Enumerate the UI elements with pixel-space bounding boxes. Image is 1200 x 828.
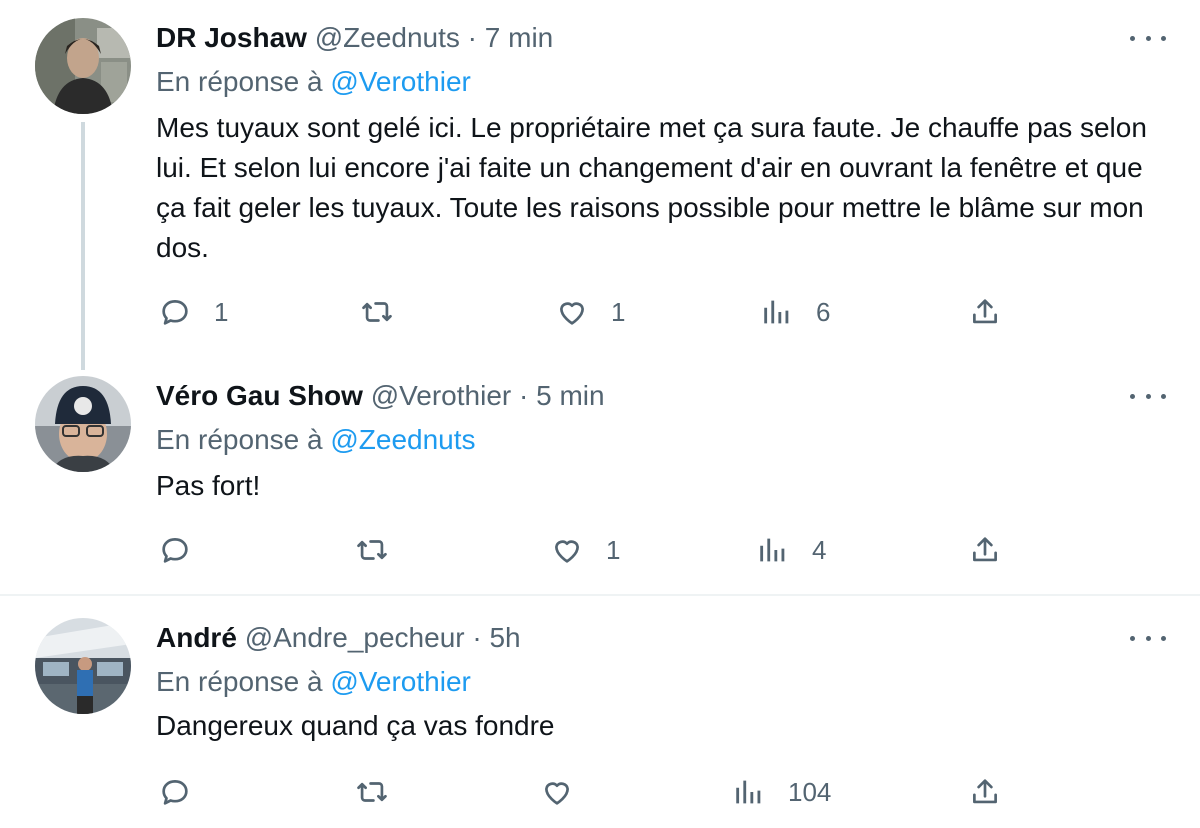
tweet[interactable]: Véro Gau Show @Verothier · 5 min En répo… bbox=[0, 360, 1200, 592]
views-count: 104 bbox=[788, 776, 832, 807]
tweet-header: Véro Gau Show @Verothier · 5 min bbox=[156, 376, 605, 416]
reply-icon bbox=[162, 538, 188, 563]
tweet-text: Dangereux quand ça vas fondre bbox=[156, 710, 555, 741]
share-icon bbox=[973, 779, 997, 804]
display-name[interactable]: André bbox=[156, 622, 237, 653]
like-button[interactable]: 1 bbox=[550, 530, 620, 570]
user-handle[interactable]: @Verothier bbox=[371, 380, 512, 411]
separator: · bbox=[467, 22, 477, 53]
timestamp[interactable]: 5h bbox=[489, 622, 520, 653]
share-button[interactable] bbox=[968, 772, 1002, 812]
mention-link[interactable]: @Verothier bbox=[330, 666, 471, 697]
like-count: 1 bbox=[611, 296, 626, 327]
tweet[interactable]: DR Joshaw @Zeednuts · 7 min En réponse à… bbox=[0, 0, 1200, 370]
reply-prefix: En réponse à bbox=[156, 424, 323, 455]
reply-prefix: En réponse à bbox=[156, 66, 323, 97]
mention-link[interactable]: @Zeednuts bbox=[330, 424, 475, 455]
share-button[interactable] bbox=[968, 530, 1002, 570]
reply-context: En réponse à @Zeednuts bbox=[156, 420, 476, 460]
tweet-text: Mes tuyaux sont gelé ici. Le propriétair… bbox=[156, 112, 1147, 263]
reply-icon bbox=[162, 300, 188, 325]
more-icon[interactable] bbox=[1128, 386, 1168, 406]
views-icon bbox=[760, 538, 785, 562]
views-count: 4 bbox=[812, 534, 827, 565]
retweet-button[interactable] bbox=[355, 772, 411, 812]
reply-icon bbox=[162, 780, 188, 805]
avatar[interactable] bbox=[35, 18, 131, 114]
avatar[interactable] bbox=[35, 376, 131, 472]
more-icon[interactable] bbox=[1128, 628, 1168, 648]
tweet-header: André @Andre_pecheur · 5h bbox=[156, 618, 521, 658]
display-name[interactable]: DR Joshaw bbox=[156, 22, 307, 53]
like-count: 1 bbox=[606, 534, 621, 565]
heart-icon bbox=[545, 782, 569, 805]
mention-link[interactable]: @Verothier bbox=[330, 66, 471, 97]
user-handle[interactable]: @Zeednuts bbox=[315, 22, 460, 53]
tweet-header: DR Joshaw @Zeednuts · 7 min bbox=[156, 18, 553, 58]
reply-context: En réponse à @Verothier bbox=[156, 662, 471, 702]
views-icon bbox=[764, 300, 789, 324]
retweet-icon bbox=[357, 782, 387, 802]
views-button[interactable]: 6 bbox=[760, 292, 830, 332]
reply-prefix: En réponse à bbox=[156, 666, 323, 697]
reply-button[interactable] bbox=[158, 772, 214, 812]
share-icon bbox=[973, 537, 997, 562]
more-icon[interactable] bbox=[1128, 28, 1168, 48]
timestamp[interactable]: 5 min bbox=[536, 380, 604, 411]
retweet-icon bbox=[362, 302, 392, 322]
avatar[interactable] bbox=[35, 618, 131, 714]
tweet-text: Pas fort! bbox=[156, 470, 261, 501]
retweet-icon bbox=[357, 540, 387, 560]
views-count: 6 bbox=[816, 296, 831, 327]
share-icon bbox=[973, 299, 997, 324]
retweet-button[interactable] bbox=[360, 292, 416, 332]
separator: · bbox=[519, 380, 529, 411]
reply-count: 1 bbox=[214, 296, 229, 327]
like-button[interactable]: 1 bbox=[555, 292, 625, 332]
views-button[interactable]: 104 bbox=[732, 772, 831, 812]
views-button[interactable]: 4 bbox=[756, 530, 826, 570]
views-icon bbox=[736, 780, 761, 804]
heart-icon bbox=[555, 540, 579, 563]
reply-button[interactable] bbox=[158, 530, 214, 570]
heart-icon bbox=[560, 302, 584, 325]
separator: · bbox=[472, 622, 482, 653]
user-handle[interactable]: @Andre_pecheur bbox=[245, 622, 465, 653]
display-name[interactable]: Véro Gau Show bbox=[156, 380, 363, 411]
thread-line bbox=[81, 122, 85, 370]
reply-context: En réponse à @Verothier bbox=[156, 62, 471, 102]
like-button[interactable] bbox=[540, 772, 596, 812]
share-button[interactable] bbox=[968, 292, 1002, 332]
reply-button[interactable]: 1 bbox=[158, 292, 228, 332]
retweet-button[interactable] bbox=[355, 530, 411, 570]
tweet[interactable]: André @Andre_pecheur · 5h En réponse à @… bbox=[0, 596, 1200, 828]
timestamp[interactable]: 7 min bbox=[485, 22, 553, 53]
